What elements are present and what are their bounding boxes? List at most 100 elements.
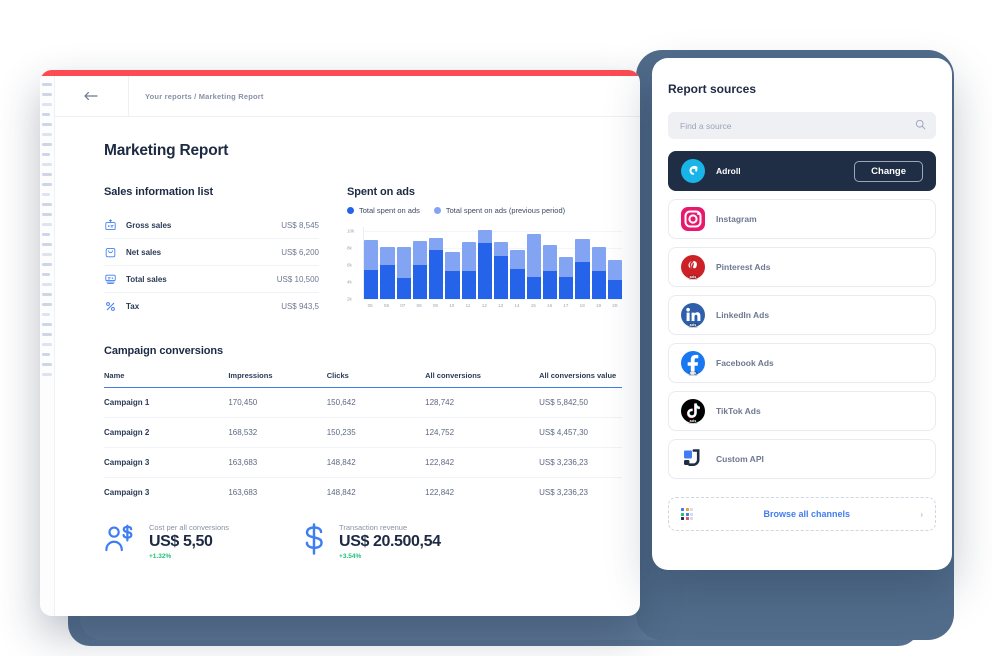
sales-row[interactable]: Net sales US$ 6,200 <box>104 239 319 266</box>
chart-bar[interactable] <box>364 240 378 299</box>
chart-bar[interactable] <box>462 242 476 299</box>
chart-legend: Total spent on ads Total spent on ads (p… <box>347 206 622 215</box>
campaign-conversions-panel: Campaign conversions Name Impressions Cl… <box>54 319 640 507</box>
chart-bar-segment-current <box>494 256 508 299</box>
kpi-text: Cost per all conversions US$ 5,50 +1.32% <box>149 523 229 560</box>
browse-label: Browse all channels <box>693 509 920 519</box>
table-row[interactable]: Campaign 3163,683148,842122,842US$ 3,236… <box>104 448 622 478</box>
sales-section-title: Sales information list <box>104 186 319 198</box>
cell-value: 122,842 <box>425 478 539 508</box>
source-item-label: Pinterest Ads <box>716 262 923 272</box>
cell-value: 148,842 <box>327 448 425 478</box>
user-dollar-icon <box>104 524 137 559</box>
adroll-icon <box>681 159 705 183</box>
chart-bar-segment-current <box>527 277 541 299</box>
column-header-name[interactable]: Name <box>104 371 228 388</box>
sales-row-label: Net sales <box>126 248 281 257</box>
sales-row-label: Tax <box>126 302 281 311</box>
source-item-tiktok-ads[interactable]: adsTikTok Ads <box>668 391 936 431</box>
column-header-all-conversions[interactable]: All conversions <box>425 371 539 388</box>
chart-x-tick: 16 <box>542 303 556 308</box>
cell-value: 150,235 <box>327 418 425 448</box>
sales-row[interactable]: Gross sales US$ 8,545 <box>104 212 319 239</box>
chart-bar-segment-previous <box>462 242 476 271</box>
source-item-facebook-ads[interactable]: adsFacebook Ads <box>668 343 936 383</box>
chart-bar-segment-previous <box>510 250 524 269</box>
source-item-custom-api[interactable]: Custom API <box>668 439 936 479</box>
search-icon <box>915 117 926 135</box>
breadcrumb[interactable]: Your reports / Marketing Report <box>129 92 264 101</box>
cell-value: 148,842 <box>327 478 425 508</box>
chart-y-axis: 2k4k6k8k10k <box>347 227 363 299</box>
search-box[interactable] <box>668 112 936 139</box>
chart-bar[interactable] <box>543 245 557 299</box>
chart-x-tick: 06 <box>379 303 393 308</box>
cell-value: 122,842 <box>425 448 539 478</box>
sales-row-label: Total sales <box>126 275 277 284</box>
chart-bar[interactable] <box>380 247 394 300</box>
chart-bar[interactable] <box>575 239 589 299</box>
chart-x-tick: 15 <box>526 303 540 308</box>
source-item-linkedin-ads[interactable]: adsLinkedIn Ads <box>668 295 936 335</box>
chart-bar[interactable] <box>413 241 427 299</box>
chart-bar[interactable] <box>445 252 459 299</box>
search-input[interactable] <box>678 120 915 132</box>
chart-bar[interactable] <box>592 247 606 300</box>
chart-bar[interactable] <box>478 230 492 299</box>
sales-row-value: US$ 10,500 <box>277 275 319 284</box>
chart-bar-segment-current <box>543 271 557 299</box>
column-header-all-conversions-value[interactable]: All conversions value <box>539 371 622 388</box>
source-item-instagram[interactable]: Instagram <box>668 199 936 239</box>
table-row[interactable]: Campaign 3163,683148,842122,842US$ 3,236… <box>104 478 622 508</box>
sales-row[interactable]: Total sales US$ 10,500 <box>104 266 319 293</box>
change-source-button[interactable]: Change <box>854 161 923 182</box>
percent-icon <box>104 300 126 313</box>
browse-all-channels-button[interactable]: Browse all channels › <box>668 497 936 531</box>
source-item-pinterest-ads[interactable]: ads Pinterest Ads <box>668 247 936 287</box>
chart-bar-segment-previous <box>413 241 427 266</box>
chart-x-tick: 08 <box>412 303 426 308</box>
chart-x-tick: 10 <box>445 303 459 308</box>
panel-title: Report sources <box>668 82 936 96</box>
chevron-right-icon: › <box>920 510 923 519</box>
column-header-clicks[interactable]: Clicks <box>327 371 425 388</box>
chart-gridline <box>364 231 622 232</box>
bag-plus-icon <box>104 219 126 232</box>
table-header-row: Name Impressions Clicks All conversions … <box>104 371 622 388</box>
chart-bar-segment-previous <box>478 230 492 244</box>
mini-sidebar[interactable] <box>40 76 55 616</box>
chart-bar-segment-current <box>592 271 606 299</box>
chart-x-tick: 20 <box>608 303 622 308</box>
ads-badge: ads <box>689 275 698 280</box>
campaign-conversions-table: Name Impressions Clicks All conversions … <box>104 371 622 507</box>
source-item-adroll[interactable]: AdrollChange <box>668 151 936 191</box>
chart-bar-segment-previous <box>429 238 443 250</box>
chart-x-tick: 19 <box>591 303 605 308</box>
report-body: Marketing Report Sales information list <box>54 116 640 616</box>
chart-bar[interactable] <box>429 238 443 299</box>
report-window: Your reports / Marketing Report Marketin… <box>40 70 640 616</box>
sales-row[interactable]: Tax US$ 943,5 <box>104 293 319 319</box>
page-title: Marketing Report <box>104 142 640 160</box>
kpi-cost-per-all-conversions: Cost per all conversions US$ 5,50 +1.32% <box>104 523 229 560</box>
kpi-delta: +3.54% <box>339 553 441 560</box>
cell-value: 163,683 <box>228 478 326 508</box>
cell-value: US$ 3,236,23 <box>539 448 622 478</box>
chart-bar[interactable] <box>494 242 508 299</box>
legend-item: Total spent on ads <box>347 206 420 215</box>
column-header-impressions[interactable]: Impressions <box>228 371 326 388</box>
chart-bar[interactable] <box>397 247 411 300</box>
chart-x-tick: 05 <box>363 303 377 308</box>
chart-bar[interactable] <box>608 260 622 299</box>
chart-bar-segment-current <box>462 271 476 299</box>
chart-bar[interactable] <box>559 257 573 299</box>
table-row[interactable]: Campaign 2168,532150,235124,752US$ 4,457… <box>104 418 622 448</box>
chart-bar[interactable] <box>510 250 524 299</box>
table-row[interactable]: Campaign 1170,450150,642128,742US$ 5,842… <box>104 388 622 418</box>
back-button[interactable] <box>54 76 129 116</box>
chart-x-tick: 11 <box>461 303 475 308</box>
chart-bar[interactable] <box>527 234 541 299</box>
legend-item: Total spent on ads (previous period) <box>434 206 565 215</box>
chart-x-tick: 13 <box>494 303 508 308</box>
card-stack-icon <box>104 273 126 286</box>
